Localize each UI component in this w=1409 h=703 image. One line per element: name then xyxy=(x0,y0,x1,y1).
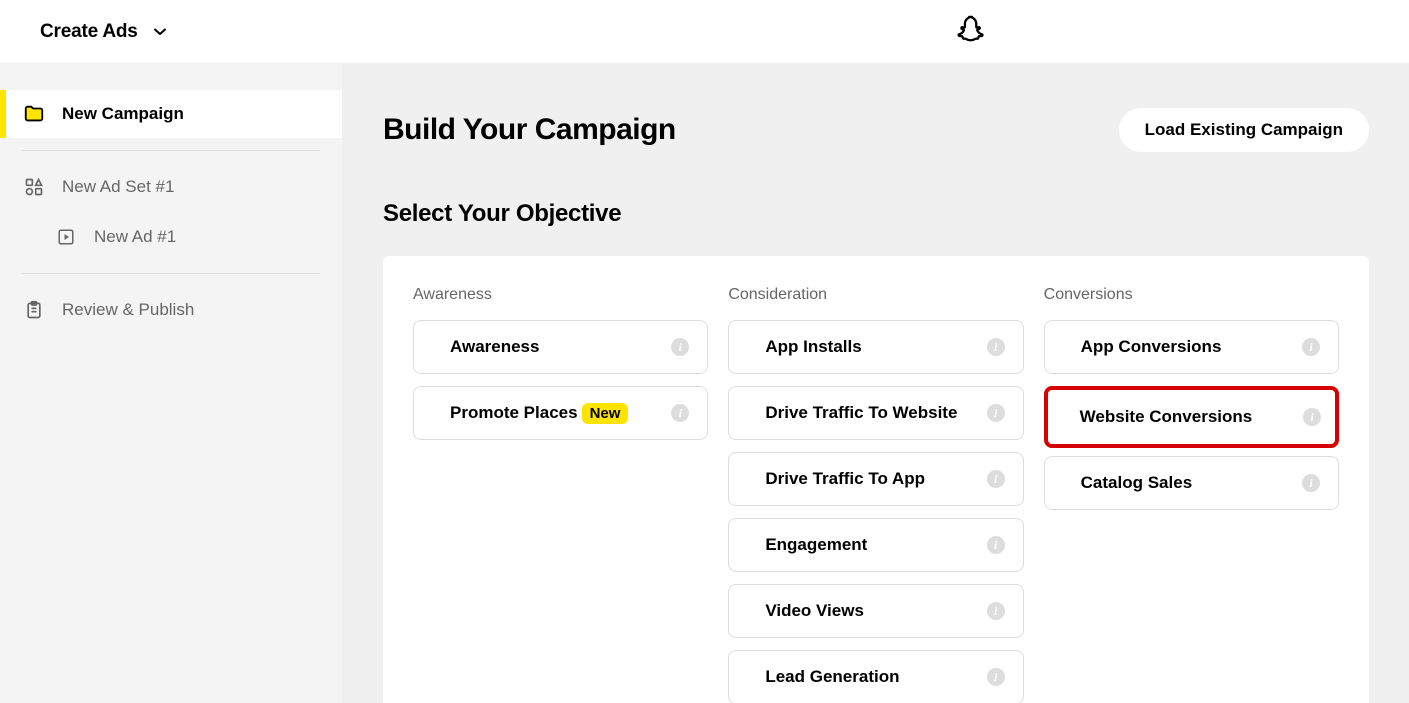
objectives-panel: Awareness Awareness i Promote Places New… xyxy=(383,256,1369,703)
objective-catalog-sales[interactable]: Catalog Sales i xyxy=(1044,456,1339,510)
topbar-title: Create Ads xyxy=(40,21,138,43)
page-title: Build Your Campaign xyxy=(383,113,676,147)
objective-label: Website Conversions xyxy=(1080,407,1253,427)
info-icon[interactable]: i xyxy=(987,470,1005,488)
sidebar-item-label: Review & Publish xyxy=(62,300,194,320)
info-icon[interactable]: i xyxy=(671,338,689,356)
main-content: Build Your Campaign Load Existing Campai… xyxy=(343,64,1409,703)
objective-label: Video Views xyxy=(765,601,864,621)
info-icon[interactable]: i xyxy=(987,404,1005,422)
objective-app-conversions[interactable]: App Conversions i xyxy=(1044,320,1339,374)
grid-shapes-icon xyxy=(22,177,46,197)
sidebar-item-label: New Campaign xyxy=(62,104,184,124)
column-title: Consideration xyxy=(728,286,1023,304)
sidebar-item-new-ad-set[interactable]: New Ad Set #1 xyxy=(0,163,342,211)
objective-app-installs[interactable]: App Installs i xyxy=(728,320,1023,374)
sidebar-item-label: New Ad #1 xyxy=(94,227,176,247)
objective-lead-generation[interactable]: Lead Generation i xyxy=(728,650,1023,703)
objective-promote-places[interactable]: Promote Places New i xyxy=(413,386,708,440)
objective-drive-traffic-app[interactable]: Drive Traffic To App i xyxy=(728,452,1023,506)
objective-label: Lead Generation xyxy=(765,667,899,687)
play-square-icon xyxy=(54,228,78,246)
info-icon[interactable]: i xyxy=(1302,474,1320,492)
create-ads-dropdown[interactable]: Create Ads xyxy=(40,21,166,43)
objective-awareness[interactable]: Awareness i xyxy=(413,320,708,374)
divider xyxy=(22,150,320,151)
chevron-down-icon xyxy=(154,26,166,38)
info-icon[interactable]: i xyxy=(1303,408,1321,426)
select-objective-heading: Select Your Objective xyxy=(383,200,1369,228)
sidebar-item-new-campaign[interactable]: New Campaign xyxy=(0,90,342,138)
objective-label: App Conversions xyxy=(1081,337,1222,357)
divider xyxy=(22,273,320,274)
objective-engagement[interactable]: Engagement i xyxy=(728,518,1023,572)
column-title: Awareness xyxy=(413,286,708,304)
snapchat-ghost-icon xyxy=(955,14,989,53)
info-icon[interactable]: i xyxy=(987,668,1005,686)
objective-label: Drive Traffic To App xyxy=(765,469,925,489)
info-icon[interactable]: i xyxy=(987,338,1005,356)
column-awareness: Awareness Awareness i Promote Places New… xyxy=(413,286,708,703)
top-bar: Create Ads xyxy=(0,0,1409,64)
objective-label: Awareness xyxy=(450,337,539,357)
info-icon[interactable]: i xyxy=(987,602,1005,620)
objective-drive-traffic-website[interactable]: Drive Traffic To Website i xyxy=(728,386,1023,440)
objective-website-conversions[interactable]: Website Conversions i xyxy=(1044,386,1339,448)
column-consideration: Consideration App Installs i Drive Traff… xyxy=(728,286,1023,703)
info-icon[interactable]: i xyxy=(987,536,1005,554)
objective-label: App Installs xyxy=(765,337,861,357)
objective-label: Engagement xyxy=(765,535,867,555)
objective-video-views[interactable]: Video Views i xyxy=(728,584,1023,638)
sidebar-item-label: New Ad Set #1 xyxy=(62,177,174,197)
clipboard-icon xyxy=(22,300,46,320)
sidebar-item-review-publish[interactable]: Review & Publish xyxy=(0,286,342,334)
folder-icon xyxy=(22,103,46,125)
objective-label: Promote Places xyxy=(450,403,578,423)
sidebar-item-new-ad[interactable]: New Ad #1 xyxy=(0,213,342,261)
load-existing-campaign-button[interactable]: Load Existing Campaign xyxy=(1119,108,1369,152)
info-icon[interactable]: i xyxy=(671,404,689,422)
new-badge: New xyxy=(582,403,629,424)
objective-label: Catalog Sales xyxy=(1081,473,1193,493)
column-conversions: Conversions App Conversions i Website Co… xyxy=(1044,286,1339,703)
column-title: Conversions xyxy=(1044,286,1339,304)
info-icon[interactable]: i xyxy=(1302,338,1320,356)
objective-label: Drive Traffic To Website xyxy=(765,403,957,423)
sidebar: New Campaign New Ad Set #1 New xyxy=(0,64,343,703)
